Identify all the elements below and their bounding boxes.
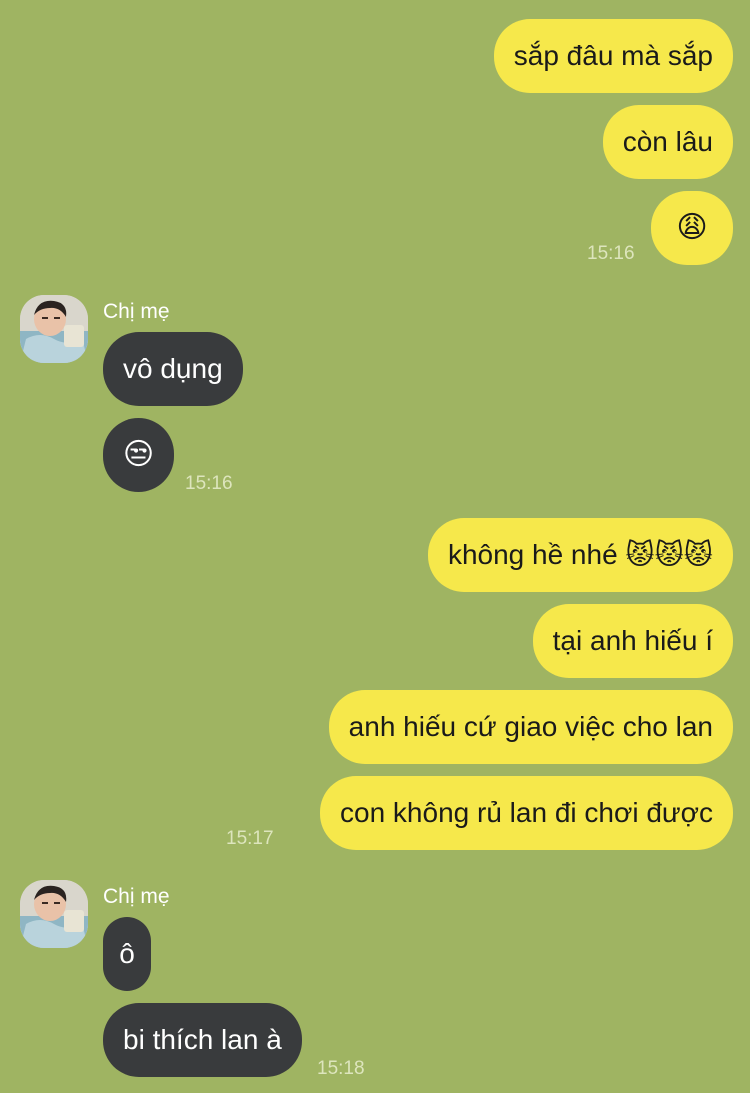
incoming-message[interactable]: ô	[103, 917, 151, 991]
contact-avatar[interactable]	[20, 880, 88, 948]
outgoing-message[interactable]: con không rủ lan đi chơi được	[320, 776, 733, 850]
outgoing-message[interactable]: sắp đâu mà sắp	[493, 19, 733, 93]
avatar-photo-icon	[20, 880, 88, 948]
incoming-emoji-message[interactable]: 😒	[103, 418, 174, 492]
message-timestamp: 15:16	[185, 473, 233, 494]
incoming-message[interactable]: bi thích lan à	[103, 1003, 302, 1077]
outgoing-message[interactable]: còn lâu	[602, 105, 733, 179]
avatar-photo-icon	[20, 295, 88, 363]
outgoing-message[interactable]: không hề nhé 😾😾😾	[427, 518, 733, 592]
message-timestamp: 15:18	[317, 1058, 365, 1079]
outgoing-emoji-message[interactable]: 😩	[651, 191, 733, 265]
outgoing-message[interactable]: anh hiếu cứ giao việc cho lan	[328, 690, 733, 764]
incoming-message[interactable]: vô dụng	[103, 332, 243, 406]
sender-name: Chị mẹ	[103, 300, 170, 323]
message-timestamp: 15:16	[587, 243, 635, 264]
outgoing-message[interactable]: tại anh hiếu í	[532, 604, 733, 678]
contact-avatar[interactable]	[20, 295, 88, 363]
message-timestamp: 15:17	[226, 828, 274, 849]
weary-face-emoji: 😩	[676, 210, 708, 245]
unamused-face-emoji: 😒	[122, 437, 155, 472]
sender-name: Chị mẹ	[103, 885, 170, 908]
